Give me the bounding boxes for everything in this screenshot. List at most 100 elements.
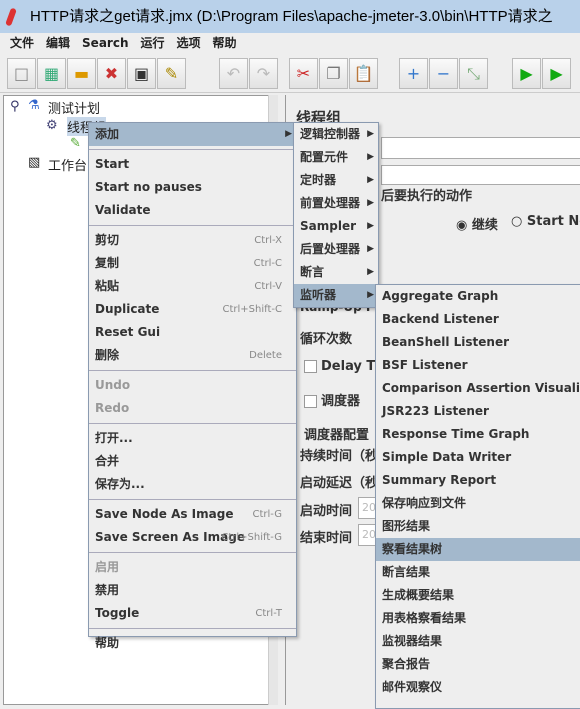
menu-item[interactable]: 保存为... — [89, 473, 296, 496]
undo-button[interactable]: ↶ — [219, 58, 248, 89]
menu-item[interactable]: 帮助 — [89, 632, 296, 655]
menu-item[interactable]: Sampler ▶ — [294, 215, 378, 238]
menu-item[interactable]: 察看结果树 — [376, 538, 580, 561]
paste-button[interactable]: 📋 — [349, 58, 378, 89]
title-bar: HTTP请求之get请求.jmx (D:\Program Files\apach… — [0, 0, 580, 33]
tree-node-test-plan[interactable]: 测试计划 — [48, 98, 100, 117]
menu-item[interactable]: 添加 ▶ — [89, 123, 296, 146]
menu-item[interactable]: 聚合报告 — [376, 653, 580, 676]
radio-start-next[interactable]: ○ Start Nex — [511, 214, 580, 229]
menu-item[interactable]: 逻辑控制器 ▶ — [294, 123, 378, 146]
menu-item-label: Response Time Graph — [382, 427, 530, 441]
menu-separator — [89, 628, 296, 629]
radio-continue[interactable]: ◉ 继续 — [456, 214, 498, 233]
menu-item[interactable]: Validate — [89, 199, 296, 222]
close-button[interactable]: ✖ — [97, 58, 126, 89]
open-button[interactable]: ▬ — [67, 58, 96, 89]
copy-button[interactable]: ❐ — [319, 58, 348, 89]
menu-item[interactable]: Duplicate Ctrl+Shift-C — [89, 298, 296, 321]
menu-item[interactable]: Save Screen As Image Ctrl+Shift-G — [89, 526, 296, 549]
menu-item[interactable]: 复制 Ctrl-C — [89, 252, 296, 275]
expand-button[interactable]: + — [399, 58, 428, 89]
start-icon: ▶ — [520, 64, 533, 83]
menu-item[interactable]: 断言 ▶ — [294, 261, 378, 284]
menu-item[interactable]: Comparison Assertion Visualizer — [376, 377, 580, 400]
tree-node-workbench[interactable]: 工作台 — [48, 155, 87, 174]
menu-item-label: 察看结果树 — [382, 542, 443, 556]
menu-item[interactable]: BeanShell Listener — [376, 331, 580, 354]
cut-button[interactable]: ✂ — [289, 58, 318, 89]
menu-item-shortcut: Ctrl-C — [253, 258, 282, 269]
menu-item[interactable]: 邮件观察仪 — [376, 676, 580, 699]
menu-item[interactable]: 后置处理器 ▶ — [294, 238, 378, 261]
menu-item[interactable]: Response Time Graph — [376, 423, 580, 446]
start-time-label: 启动时间 — [300, 504, 353, 519]
menu-item[interactable]: Redo — [89, 397, 296, 420]
redo-button[interactable]: ↷ — [249, 58, 278, 89]
save-button[interactable]: ▣ — [127, 58, 156, 89]
menu-item[interactable]: BSF Listener — [376, 354, 580, 377]
collapse-button[interactable]: − — [429, 58, 458, 89]
menu-item[interactable]: Undo — [89, 374, 296, 397]
menu-item[interactable]: 监听器 ▶ — [294, 284, 378, 307]
comment-field[interactable] — [381, 165, 580, 185]
menu-item[interactable]: 配置元件 ▶ — [294, 146, 378, 169]
new-button[interactable]: □ — [7, 58, 36, 89]
toggle-button[interactable]: ⤡ — [459, 58, 488, 89]
menu-item[interactable]: 禁用 — [89, 579, 296, 602]
menu-0[interactable]: 文件 — [10, 36, 34, 50]
menu-item[interactable]: Summary Report — [376, 469, 580, 492]
menu-item[interactable]: Simple Data Writer — [376, 446, 580, 469]
templates-button[interactable]: ▦ — [37, 58, 66, 89]
menu-item-label: Simple Data Writer — [382, 450, 512, 464]
menu-item[interactable]: Backend Listener — [376, 308, 580, 331]
menu-item[interactable]: 前置处理器 ▶ — [294, 192, 378, 215]
name-field[interactable] — [381, 137, 580, 159]
menu-3[interactable]: 运行 — [140, 36, 164, 50]
menu-item[interactable]: 打开... — [89, 427, 296, 450]
undo-icon: ↶ — [226, 64, 241, 83]
menu-item[interactable]: Reset Gui — [89, 321, 296, 344]
menu-item[interactable]: 断言结果 — [376, 561, 580, 584]
menu-item[interactable]: 粘贴 Ctrl-V — [89, 275, 296, 298]
menu-item-label: 邮件观察仪 — [382, 680, 443, 694]
menu-item-label: Save Node As Image — [95, 507, 234, 521]
submenu-arrow-icon: ▶ — [367, 152, 374, 162]
menu-item[interactable]: Start no pauses — [89, 176, 296, 199]
radio-selected-icon: ◉ — [456, 218, 472, 233]
menu-item[interactable]: 生成概要结果 — [376, 584, 580, 607]
menu-item-label: JSR223 Listener — [382, 404, 489, 418]
save-as-icon: ✎ — [164, 64, 179, 83]
menu-item[interactable]: 用表格察看结果 — [376, 607, 580, 630]
menu-item[interactable]: Aggregate Graph — [376, 285, 580, 308]
scheduler-checkbox[interactable]: 调度器 — [304, 390, 360, 409]
menu-item[interactable]: JSR223 Listener — [376, 400, 580, 423]
save-as-button[interactable]: ✎ — [157, 58, 186, 89]
menu-item[interactable]: 定时器 ▶ — [294, 169, 378, 192]
radio-icon: ○ — [511, 214, 527, 229]
menu-5[interactable]: 帮助 — [213, 36, 237, 50]
menu-item-label: 剪切 — [95, 233, 120, 247]
add-submenu: 逻辑控制器 ▶ 配置元件 ▶ 定时器 ▶ 前置处理器 ▶ Sampler ▶ 后置处理器 ▶ 断言 ▶ 监听… — [293, 122, 379, 308]
toggle-icon: ⤡ — [467, 63, 480, 83]
menu-item[interactable]: 监视器结果 — [376, 630, 580, 653]
menu-1[interactable]: 编辑 — [46, 36, 70, 50]
start-button[interactable]: ▶ — [512, 58, 541, 89]
menu-item[interactable]: 剪切 Ctrl-X — [89, 229, 296, 252]
menu-2[interactable]: Search — [82, 36, 128, 50]
menu-item[interactable]: 合并 — [89, 450, 296, 473]
menu-item[interactable]: 保存响应到文件 — [376, 492, 580, 515]
menu-item[interactable]: Save Node As Image Ctrl-G — [89, 503, 296, 526]
menu-item[interactable]: 启用 — [89, 556, 296, 579]
menu-4[interactable]: 选项 — [177, 36, 201, 50]
menu-item[interactable]: Toggle Ctrl-T — [89, 602, 296, 625]
menu-item-label: Start — [95, 157, 130, 171]
menu-item[interactable]: Start — [89, 153, 296, 176]
start-no-pauses-icon: ▶ — [550, 64, 563, 83]
menu-item-label: 保存为... — [95, 477, 145, 491]
menu-item[interactable]: 删除 Delete — [89, 344, 296, 367]
menu-item[interactable]: 图形结果 — [376, 515, 580, 538]
start-no-pauses-button[interactable]: ▶ — [542, 58, 571, 89]
menu-item-shortcut: Ctrl-G — [252, 509, 282, 520]
tree-handle-icon[interactable]: ⚲ — [10, 99, 20, 114]
